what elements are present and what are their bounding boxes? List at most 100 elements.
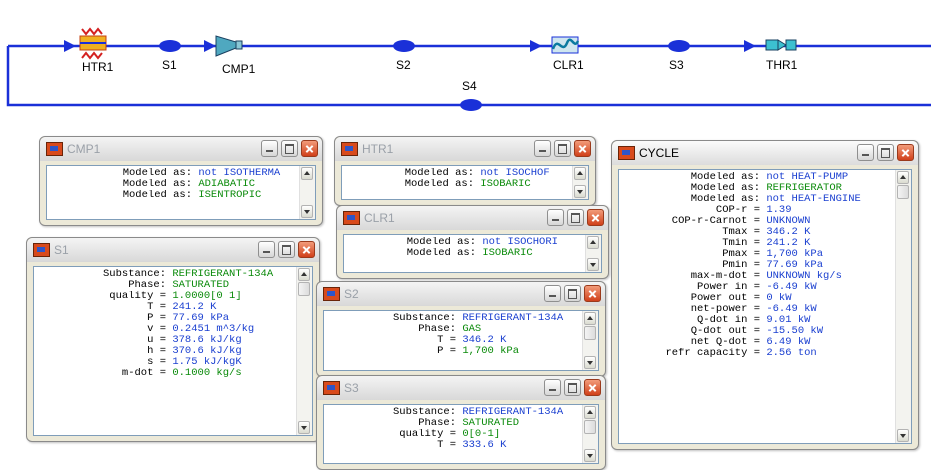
minimize-button[interactable] (261, 140, 278, 157)
scroll-thumb[interactable] (298, 282, 310, 296)
window-app-icon (33, 243, 50, 257)
maximize-button[interactable] (564, 379, 581, 396)
scroll-down-button[interactable] (574, 185, 586, 198)
title-bar[interactable]: S2 (317, 282, 605, 306)
property-key: Modeled as: (404, 168, 474, 179)
node-s2 (393, 40, 415, 52)
property-row: net-power = -6.49 kW (619, 304, 895, 315)
scrollbar[interactable] (572, 166, 588, 199)
maximize-button[interactable] (281, 140, 298, 157)
close-button[interactable] (298, 241, 315, 258)
close-button[interactable] (587, 209, 604, 226)
window-s1[interactable]: S1 Substance: REFRIGERANT-134A Phase: SAT… (26, 237, 320, 442)
scrollbar[interactable] (582, 311, 598, 370)
scrollbar[interactable] (895, 170, 911, 443)
property-row: Q-dot in = 9.01 kW (619, 315, 895, 326)
property-key: quality = (109, 291, 166, 302)
content-box: Substance: REFRIGERANT-134A Phase: GAS T =… (323, 310, 599, 371)
title-bar[interactable]: HTR1 (335, 137, 595, 161)
scroll-up-button[interactable] (298, 268, 310, 281)
scroll-down-button[interactable] (301, 205, 313, 218)
scrollbar[interactable] (299, 166, 315, 219)
content-box: Modeled as: not ISOCHOF Modeled as: ISOBA… (341, 165, 589, 200)
scroll-up-button[interactable] (897, 171, 909, 184)
title-bar[interactable]: CYCLE (612, 141, 918, 165)
close-button[interactable] (897, 144, 914, 161)
property-value: 1.0000[0 1] (172, 291, 242, 302)
scroll-down-button[interactable] (897, 429, 909, 442)
scroll-up-button[interactable] (301, 167, 313, 180)
property-key: Phase: (418, 418, 456, 429)
scroll-down-button[interactable] (584, 356, 596, 369)
property-key: Modeled as: (690, 183, 760, 194)
property-value: 241.2 K (766, 238, 811, 249)
heater-icon[interactable] (79, 27, 107, 60)
property-row: Modeled as: ISOBARIC (344, 248, 585, 259)
scroll-down-button[interactable] (584, 449, 596, 462)
property-row: Modeled as: ADIABATIC (47, 179, 299, 190)
property-value: REFRIGERANT-134A (172, 269, 274, 280)
scroll-thumb[interactable] (584, 420, 596, 434)
maximize-button[interactable] (278, 241, 295, 258)
title-bar[interactable]: CMP1 (40, 137, 322, 161)
property-key: Pmax = (722, 249, 760, 260)
title-bar[interactable]: CLR1 (337, 206, 608, 230)
window-app-icon (323, 381, 340, 395)
close-button[interactable] (301, 140, 318, 157)
minimize-button[interactable] (534, 140, 551, 157)
scrollbar[interactable] (585, 235, 601, 272)
property-row: quality = 0[0-1] (324, 429, 582, 440)
window-cycle[interactable]: CYCLE Modeled as: not HEAT-PUMP Modeled a… (611, 140, 919, 450)
scroll-thumb[interactable] (584, 326, 596, 340)
scroll-up-button[interactable] (584, 406, 596, 419)
property-value: 0 kW (766, 293, 792, 304)
window-clr1[interactable]: CLR1 Modeled as: not ISOCHORI Modeled as:… (336, 205, 609, 279)
scroll-up-button[interactable] (584, 312, 596, 325)
property-list: Substance: REFRIGERANT-134A Phase: SATURA… (34, 267, 296, 379)
window-htr1[interactable]: HTR1 Modeled as: not ISOCHOF Modeled as: … (334, 136, 596, 206)
scrollbar[interactable] (296, 267, 312, 435)
maximize-button[interactable] (554, 140, 571, 157)
property-key: Substance: (392, 407, 456, 418)
minimize-button[interactable] (258, 241, 275, 258)
scrollbar[interactable] (582, 405, 598, 463)
scroll-down-button[interactable] (587, 258, 599, 271)
scroll-up-button[interactable] (574, 167, 586, 180)
maximize-button[interactable] (564, 285, 581, 302)
cooler-icon[interactable] (551, 36, 580, 54)
window-s3[interactable]: S3 Substance: REFRIGERANT-134A Phase: SAT… (316, 375, 606, 470)
compressor-icon[interactable] (215, 35, 243, 57)
property-value: 346.2 K (766, 227, 811, 238)
window-cmp1[interactable]: CMP1 Modeled as: not ISOTHERMA Modeled as… (39, 136, 323, 226)
label-s1: S1 (162, 58, 177, 72)
scroll-up-button[interactable] (587, 236, 599, 249)
property-value: 0[0-1] (462, 429, 501, 440)
property-key: Substance: (392, 313, 456, 324)
close-button[interactable] (584, 379, 601, 396)
property-value: 6.49 kW (766, 337, 811, 348)
minimize-button[interactable] (857, 144, 874, 161)
property-key: Modeled as: (122, 179, 192, 190)
minimize-button[interactable] (547, 209, 564, 226)
maximize-button[interactable] (877, 144, 894, 161)
property-list: Modeled as: not ISOCHORI Modeled as: ISOB… (344, 235, 585, 259)
window-app-icon (341, 142, 358, 156)
property-row: Modeled as: not ISOTHERMA (47, 168, 299, 179)
throttle-valve-icon[interactable] (765, 39, 797, 51)
property-row: s = 1.75 kJ/kgK (34, 357, 296, 368)
close-button[interactable] (574, 140, 591, 157)
scroll-thumb[interactable] (897, 185, 909, 199)
property-key: Power out = (690, 293, 760, 304)
property-value: 9.01 kW (766, 315, 811, 326)
property-value: ADIABATIC (198, 179, 256, 190)
minimize-button[interactable] (544, 285, 561, 302)
title-bar[interactable]: S3 (317, 376, 605, 400)
window-title: CMP1 (67, 142, 101, 156)
scroll-down-button[interactable] (298, 421, 310, 434)
window-s2[interactable]: S2 Substance: REFRIGERANT-134A Phase: GAS… (316, 281, 606, 377)
property-value: REFRIGERANT-134A (462, 313, 564, 324)
title-bar[interactable]: S1 (27, 238, 319, 262)
close-button[interactable] (584, 285, 601, 302)
maximize-button[interactable] (567, 209, 584, 226)
minimize-button[interactable] (544, 379, 561, 396)
